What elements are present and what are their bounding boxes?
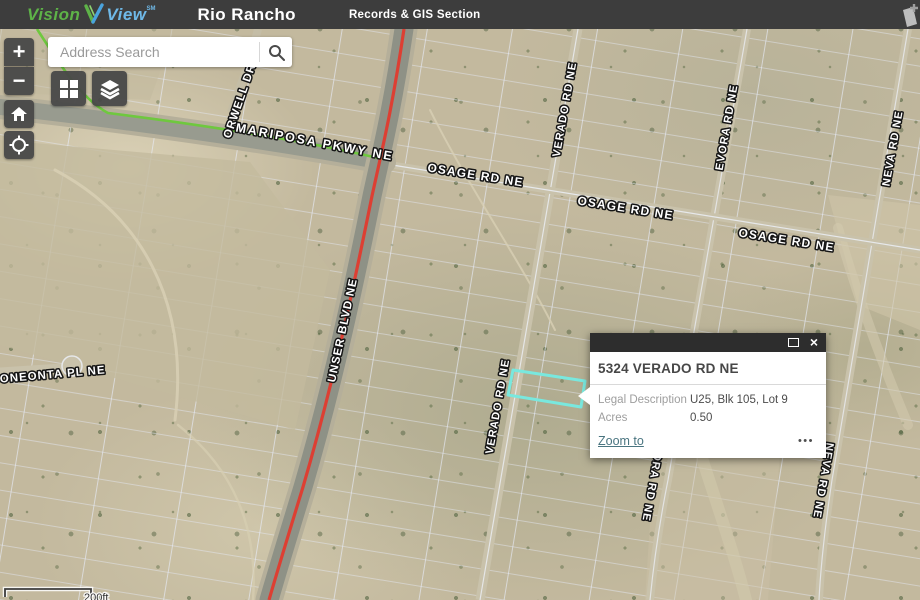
parcel-popup: × 5324 VERADO RD NE Legal Description U2… xyxy=(590,333,826,458)
home-icon xyxy=(10,106,28,122)
add-page-icon[interactable] xyxy=(897,2,920,28)
search-button[interactable] xyxy=(260,37,292,67)
zoom-out-button[interactable]: − xyxy=(4,67,34,95)
zoom-in-button[interactable]: + xyxy=(4,38,34,66)
zoom-in-glyph: + xyxy=(13,39,26,65)
site-title: Rio Rancho xyxy=(198,5,296,25)
attribute-label: Acres xyxy=(598,412,690,424)
layers-icon xyxy=(99,78,121,100)
logo-view-text: View xyxy=(106,1,146,28)
dock-icon[interactable] xyxy=(788,338,799,347)
map-canvas[interactable]: MARIPOSA PKWY NE OSAGE RD NE OSAGE RD NE… xyxy=(0,0,920,600)
attribute-value: 0.50 xyxy=(690,412,712,424)
attribute-value: U25, Blk 105, Lot 9 xyxy=(690,394,788,406)
logo-sm-mark: SM xyxy=(147,6,156,12)
home-button[interactable] xyxy=(4,100,34,128)
app-header: Vision View SM Rio Rancho Records & GIS … xyxy=(0,0,920,29)
search-input[interactable] xyxy=(58,43,259,61)
logo-vision-text: Vision xyxy=(27,1,80,28)
attribute-label: Legal Description xyxy=(598,394,690,406)
section-title: Records & GIS Section xyxy=(349,9,481,21)
locate-button[interactable] xyxy=(4,131,34,159)
layers-button[interactable] xyxy=(92,71,127,106)
attribute-row: Acres 0.50 xyxy=(598,412,814,424)
street-label: OSAGE RD NE xyxy=(577,194,675,223)
popup-header[interactable]: × xyxy=(590,333,826,352)
zoom-out-glyph: − xyxy=(13,68,26,94)
search-icon xyxy=(268,44,285,61)
locate-icon xyxy=(9,135,29,155)
scale-label: 200ft xyxy=(84,592,108,600)
street-label: VERADO RD NE xyxy=(551,61,580,158)
logo-v-icon xyxy=(83,3,105,25)
zoom-to-link[interactable]: Zoom to xyxy=(598,434,644,448)
close-icon[interactable]: × xyxy=(810,335,818,349)
basemap-grid-button[interactable] xyxy=(51,71,86,106)
more-options-button[interactable]: ••• xyxy=(798,435,814,447)
popup-body: 5324 VERADO RD NE Legal Description U25,… xyxy=(590,352,826,458)
popup-divider xyxy=(590,384,826,385)
popup-callout-arrow xyxy=(578,387,590,405)
street-label: EVORA RD NE xyxy=(714,84,741,172)
app-window: MARIPOSA PKWY NE OSAGE RD NE OSAGE RD NE… xyxy=(0,0,920,600)
address-search-box xyxy=(48,37,292,67)
grid-icon xyxy=(59,79,79,99)
scale-bar: 200ft xyxy=(5,589,108,600)
popup-title: 5324 VERADO RD NE xyxy=(598,361,814,376)
popup-footer: Zoom to ••• xyxy=(598,434,814,448)
vision-view-logo: Vision View SM xyxy=(27,1,156,28)
attribute-row: Legal Description U25, Blk 105, Lot 9 xyxy=(598,394,814,406)
